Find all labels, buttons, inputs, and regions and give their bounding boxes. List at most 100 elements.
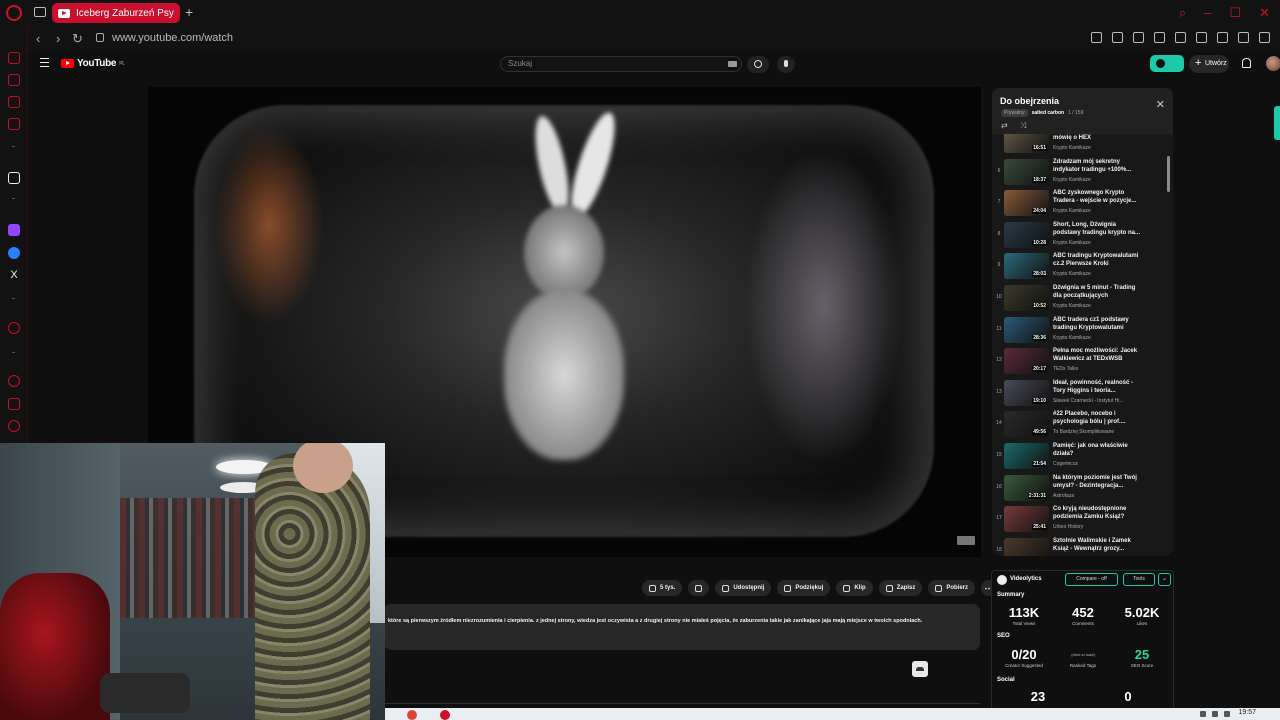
playlist-item-thumbnail[interactable]: 49:56 xyxy=(1004,411,1049,438)
new-tab-button[interactable]: + xyxy=(185,4,193,20)
forward-icon[interactable]: › xyxy=(56,31,60,46)
messenger-icon[interactable] xyxy=(8,247,20,259)
playlist-scrollbar[interactable] xyxy=(1167,156,1170,192)
playlist-item-channel[interactable]: Sławek Czarnecki - Instytut Hi... xyxy=(1053,398,1124,404)
tools-dropdown[interactable]: Tools xyxy=(1123,573,1155,586)
back-icon[interactable]: ‹ xyxy=(36,31,40,46)
playlist-item-thumbnail[interactable]: 19:10 xyxy=(1004,379,1049,406)
url-field[interactable]: www.youtube.com/watch xyxy=(112,32,233,44)
chrome-icon[interactable] xyxy=(407,710,417,720)
playlist-item-title[interactable]: ABC tradera cz1 podstawy tradingu Krypto… xyxy=(1053,316,1143,332)
extensions-icon[interactable] xyxy=(1217,32,1228,43)
playlist-item-thumbnail[interactable]: 2:31:31 xyxy=(1004,474,1049,501)
playlist-item-title[interactable]: Może nie było o HEX a cały film mówię o … xyxy=(1053,134,1143,142)
cloud-icon[interactable] xyxy=(912,661,928,677)
compare-toggle[interactable]: Compare - off xyxy=(1065,573,1118,586)
close-icon[interactable]: ✕ xyxy=(1156,98,1165,111)
snapshot-icon[interactable] xyxy=(1133,32,1144,43)
maximize-button[interactable]: ☐ xyxy=(1229,5,1241,21)
player-icon[interactable] xyxy=(8,96,20,108)
playlist-item[interactable]: 16 2:31:31 Na którym poziomie jest Twój um… xyxy=(992,474,1164,504)
playlist-item-title[interactable]: Short, Long, Dźwignia podstawy tradingu … xyxy=(1053,221,1143,237)
twitch-icon[interactable] xyxy=(8,224,20,236)
playlist-item-thumbnail[interactable]: 28:36 xyxy=(1004,316,1049,343)
playlist-item[interactable]: 12 20:17 Pełna moc możliwości: Jacek Walki… xyxy=(992,347,1164,377)
playlist-item-thumbnail[interactable]: 10:28 xyxy=(1004,221,1049,248)
loop-icon[interactable]: ⇄ xyxy=(1001,121,1008,130)
like-button[interactable]: 5 tys. xyxy=(642,580,683,596)
volume-icon[interactable] xyxy=(1224,711,1230,717)
download-icon[interactable] xyxy=(1259,32,1270,43)
tray-chevron-icon[interactable] xyxy=(1200,711,1206,717)
download-button[interactable]: Pobierz xyxy=(928,580,976,596)
playlist-owner[interactable]: salted carbon xyxy=(1032,110,1065,116)
playlist-item[interactable]: 9 28:03 ABC tradingu Kryptowalutami cz.2 P… xyxy=(992,252,1164,282)
playlist-item-channel[interactable]: Krypto Kamikaze xyxy=(1053,145,1091,151)
wallet-icon[interactable] xyxy=(1238,32,1249,43)
playlist-item-channel[interactable]: Krypto Kamikaze xyxy=(1053,240,1091,246)
playlist-item-title[interactable]: Pełna moc możliwości: Jacek Walkiewicz a… xyxy=(1053,347,1143,363)
playlist-item-title[interactable]: Dźwignia w 5 minut - Trading dla początk… xyxy=(1053,284,1143,300)
playlist-item[interactable]: 17 25:41 Co kryją nieudostępnione podziemi… xyxy=(992,505,1164,535)
playlist-item-channel[interactable]: TEDx Talks xyxy=(1053,366,1078,372)
playlist-item[interactable]: 11 28:36 ABC tradera cz1 podstawy tradingu… xyxy=(992,316,1164,346)
playlist-item-title[interactable]: Zdradzam mój sekretny indykator tradingu… xyxy=(1053,158,1143,174)
opera-taskbar-icon[interactable] xyxy=(440,710,450,720)
playlist-item[interactable]: 7 24:04 ABC zyskownego Krypto Tradera - we… xyxy=(992,189,1164,219)
playlist-item[interactable]: 6 18:37 Zdradzam mój sekretny indykator tr… xyxy=(992,158,1164,188)
save-button[interactable]: Zapisz xyxy=(878,580,923,596)
shield-icon[interactable] xyxy=(1154,32,1165,43)
reload-icon[interactable]: ↻ xyxy=(72,31,83,47)
ai-icon[interactable] xyxy=(8,172,20,184)
tab-active[interactable]: Iceberg Zaburzeń Psy xyxy=(52,3,180,23)
thanks-button[interactable]: Podziękuj xyxy=(777,580,831,596)
playlist-item[interactable]: 14 49:56 #22 Placebo, nocebo i psychologia… xyxy=(992,410,1164,440)
dislike-button[interactable] xyxy=(688,580,710,596)
network-icon[interactable] xyxy=(1212,711,1218,717)
shuffle-icon[interactable]: ⤨ xyxy=(1020,121,1026,131)
home-icon[interactable] xyxy=(8,74,20,86)
video-description[interactable]: które są pierwszym źródłem niezrozumieni… xyxy=(384,604,980,650)
playlist-item-channel[interactable]: Krypto Kamikaze xyxy=(1053,271,1091,277)
notifications-icon[interactable] xyxy=(1242,58,1251,68)
playlist-item-thumbnail[interactable]: 20:17 xyxy=(1004,348,1049,375)
zoom-icon[interactable] xyxy=(1091,32,1102,43)
keyboard-icon[interactable] xyxy=(728,61,737,67)
pin-icon[interactable] xyxy=(1112,32,1123,43)
playlist-item-channel[interactable]: Krypto Kamikaze xyxy=(1053,208,1091,214)
minimize-button[interactable]: – xyxy=(1204,5,1211,21)
playlist-item-channel[interactable]: Urbex History xyxy=(1053,524,1083,530)
playlist-item[interactable]: 13 19:10 Ideał, powinność, realność - Tory… xyxy=(992,379,1164,409)
share-button[interactable]: Udostępnij xyxy=(715,580,772,596)
playlist-item[interactable]: 8 10:28 Short, Long, Dźwignia podstawy tra… xyxy=(992,221,1164,251)
playlist-item-channel[interactable]: To Bardziej Skomplikowane xyxy=(1053,429,1114,435)
playlist-item-title[interactable]: Co kryją nieudostępnione podziemia Zamku… xyxy=(1053,505,1143,521)
search-button[interactable] xyxy=(747,56,769,73)
side-extension-tab[interactable] xyxy=(1274,106,1280,140)
playlist-item-title[interactable]: Pamięć: jak ona właściwie działa? xyxy=(1053,442,1143,458)
ranked-tags-load[interactable]: (click to load) xyxy=(1055,652,1111,657)
playlist-item-title[interactable]: Ideał, powinność, realność - Tory Higgin… xyxy=(1053,379,1143,395)
clock[interactable]: 19:57 xyxy=(1238,709,1256,716)
opera-logo-icon[interactable] xyxy=(6,5,22,21)
playlist-item-thumbnail[interactable]: 24:04 xyxy=(1004,190,1049,217)
playlist-item-channel[interactable]: Krypto Kamikaze xyxy=(1053,335,1091,341)
close-window-button[interactable]: ✕ xyxy=(1259,5,1270,21)
playlist-title[interactable]: Do obejrzenia xyxy=(1000,96,1059,106)
search-input[interactable]: Szukaj xyxy=(500,56,742,72)
playlist-item-channel[interactable]: Krypto Kamikaze xyxy=(1053,177,1091,183)
send-icon[interactable] xyxy=(1175,32,1186,43)
aria-icon[interactable] xyxy=(8,52,20,64)
x-icon[interactable]: X xyxy=(8,269,20,281)
playlist-item-thumbnail[interactable]: 16:51 xyxy=(1004,134,1049,153)
playlist-item[interactable]: 16:51 Może nie było o HEX a cały film mów… xyxy=(992,134,1164,156)
playlist-item-title[interactable]: Sztolnie Walimskie i Zamek Książ - Wewną… xyxy=(1053,537,1143,553)
extensions-sidebar-icon[interactable] xyxy=(8,398,20,410)
voice-search-button[interactable] xyxy=(777,56,795,73)
heart-icon[interactable] xyxy=(1196,32,1207,43)
history-icon[interactable] xyxy=(8,375,20,387)
playlist-item-thumbnail[interactable]: 25:41 xyxy=(1004,506,1049,533)
playlist-item-thumbnail[interactable]: 10:52 xyxy=(1004,285,1049,311)
playlist-item-channel[interactable]: Krypto Kamikaze xyxy=(1053,303,1091,309)
playlist-item-title[interactable]: #22 Placebo, nocebo i psychologia bólu |… xyxy=(1053,410,1143,426)
